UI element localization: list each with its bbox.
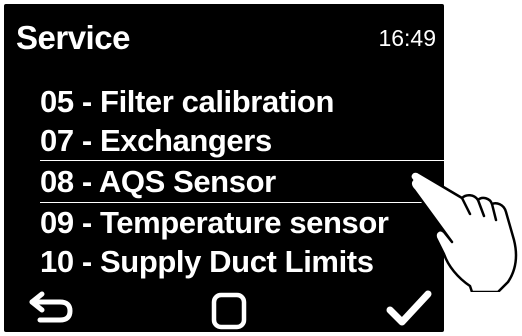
menu-item-aqs-sensor[interactable]: 08 - AQS Sensor — [40, 160, 444, 203]
footer-bar — [4, 282, 444, 332]
menu-item-filter-calibration[interactable]: 05 - Filter calibration — [4, 82, 444, 121]
clock: 16:49 — [378, 25, 436, 51]
back-arrow-icon — [29, 291, 73, 323]
menu-item-exchangers[interactable]: 07 - Exchangers — [4, 121, 444, 160]
home-button[interactable] — [202, 282, 258, 332]
menu-item-temperature-sensor[interactable]: 09 - Temperature sensor — [4, 203, 444, 242]
menu-item-supply-duct-limits[interactable]: 10 - Supply Duct Limits — [4, 242, 444, 281]
square-icon — [211, 292, 247, 330]
device-screen: Service 16:49 05 - Filter calibration 07… — [4, 4, 444, 332]
service-menu: 05 - Filter calibration 07 - Exchangers … — [4, 82, 444, 281]
page-title: Service — [16, 19, 130, 56]
pointing-hand-icon — [409, 170, 518, 292]
back-button[interactable] — [26, 282, 82, 332]
